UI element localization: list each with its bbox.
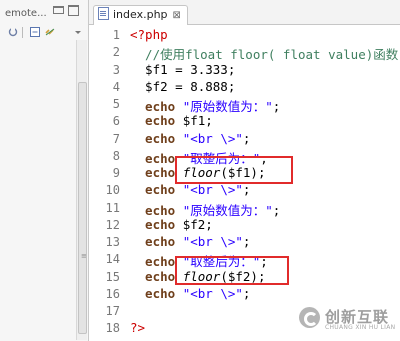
editor-tab-label: index.php bbox=[113, 8, 168, 21]
code-token: "原始数值为：" bbox=[182, 202, 273, 218]
link-editor-icon[interactable] bbox=[45, 27, 55, 37]
code-line: $f1 = 3.333; bbox=[130, 62, 235, 77]
remote-explorer-tab-label: emote... bbox=[5, 8, 47, 19]
left-scrollbar[interactable]: ≡ bbox=[76, 40, 87, 340]
code-line: $f2 = 8.888; bbox=[130, 79, 235, 94]
code-token: $f1; bbox=[182, 113, 213, 129]
watermark-subtitle: CHUANG XIN HU LIAN bbox=[325, 324, 396, 331]
php-file-icon bbox=[98, 7, 109, 20]
code-token: $f2; bbox=[182, 216, 213, 232]
maximize-icon[interactable] bbox=[68, 5, 79, 16]
line-number: 11 bbox=[105, 200, 120, 215]
sync-icon[interactable] bbox=[8, 27, 18, 37]
code-token: <?php bbox=[130, 27, 168, 42]
code-line: echo "<br \>"; bbox=[130, 234, 250, 249]
code-token: echo bbox=[130, 130, 183, 146]
code-token: ; bbox=[272, 202, 281, 218]
line-number: 8 bbox=[112, 148, 120, 163]
code-token: echo bbox=[130, 99, 183, 114]
editor-tab-bar: index.php ⊠ bbox=[89, 0, 400, 25]
code-token: //使用float floor( float value)函数 bbox=[130, 47, 399, 63]
line-number: 4 bbox=[112, 79, 120, 94]
close-icon[interactable]: ⊠ bbox=[173, 10, 181, 21]
code-token: echo bbox=[130, 113, 183, 129]
remote-explorer-tab[interactable]: emote... bbox=[0, 5, 86, 23]
code-token: $f1 = 3.333; bbox=[130, 61, 236, 77]
code-line: ?> bbox=[130, 320, 145, 335]
code-token: echo bbox=[130, 182, 183, 198]
line-number: 3 bbox=[112, 62, 120, 77]
code-token: echo bbox=[130, 216, 183, 232]
code-token: $f2 = 8.888; bbox=[130, 78, 236, 94]
code-token: ; bbox=[242, 130, 251, 146]
code-line: echo $f1; bbox=[130, 113, 213, 128]
code-line: echo "<br \>"; bbox=[130, 182, 250, 197]
line-number: 17 bbox=[105, 304, 120, 318]
code-token: ; bbox=[242, 182, 251, 198]
remote-explorer-panel: emote... ≡ bbox=[0, 0, 89, 341]
line-number: 13 bbox=[105, 235, 120, 249]
code-token: "<br \>" bbox=[182, 182, 243, 198]
code-token: "<br \>" bbox=[182, 130, 243, 146]
left-scrollbar-thumb[interactable]: ≡ bbox=[78, 82, 87, 334]
line-number: 1 bbox=[112, 28, 120, 42]
code-token: ?> bbox=[130, 320, 146, 336]
code-line: echo "<br \>"; bbox=[130, 286, 250, 301]
line-number: 2 bbox=[112, 45, 120, 60]
line-number: 9 bbox=[112, 166, 120, 180]
code-line: echo $f2; bbox=[130, 217, 213, 232]
code-token: ; bbox=[272, 99, 281, 114]
collapse-all-icon[interactable] bbox=[30, 27, 40, 37]
line-number: 7 bbox=[112, 131, 120, 146]
line-number: 18 bbox=[105, 321, 120, 336]
line-number: 16 bbox=[105, 286, 120, 301]
line-number: 14 bbox=[105, 252, 120, 267]
line-number: 12 bbox=[105, 217, 120, 232]
remote-explorer-toolbar bbox=[0, 25, 86, 41]
code-token: echo bbox=[130, 285, 183, 301]
code-token: ; bbox=[242, 285, 251, 301]
code-line: echo "<br \>"; bbox=[130, 131, 250, 146]
watermark: 创新互联 CHUANG XIN HU LIAN bbox=[297, 303, 397, 333]
editor-tab-index-php[interactable]: index.php ⊠ bbox=[93, 5, 188, 25]
line-number-gutter: 1 2 3 4 5 6 7 8 9 10 11 12 13 14 15 16 17 18 bbox=[89, 25, 125, 341]
highlight-box-floor-f2 bbox=[175, 256, 289, 285]
code-token: echo bbox=[130, 234, 183, 249]
code-line: echo "原始数值为："; bbox=[130, 200, 280, 219]
scroll-grip-icon: ≡ bbox=[81, 252, 87, 260]
code-line: <?php bbox=[130, 27, 168, 42]
toolbar-separator bbox=[22, 27, 23, 38]
highlight-box-floor-f1 bbox=[175, 156, 293, 184]
code-line: echo "原始数值为："; bbox=[130, 96, 280, 115]
line-number: 5 bbox=[112, 97, 120, 111]
watermark-logo-icon bbox=[299, 307, 320, 328]
view-menu-icon[interactable] bbox=[73, 27, 83, 37]
line-number: 15 bbox=[105, 269, 120, 284]
code-line: //使用float floor( float value)函数 bbox=[130, 44, 398, 63]
line-number: 10 bbox=[105, 183, 120, 198]
line-number: 6 bbox=[112, 114, 120, 129]
code-token: echo bbox=[130, 202, 183, 218]
code-token: ; bbox=[242, 234, 251, 249]
code-token: "<br \>" bbox=[182, 234, 243, 249]
code-token: "<br \>" bbox=[182, 285, 243, 301]
code-token: "原始数值为：" bbox=[182, 99, 273, 114]
minimize-icon[interactable] bbox=[53, 6, 64, 14]
